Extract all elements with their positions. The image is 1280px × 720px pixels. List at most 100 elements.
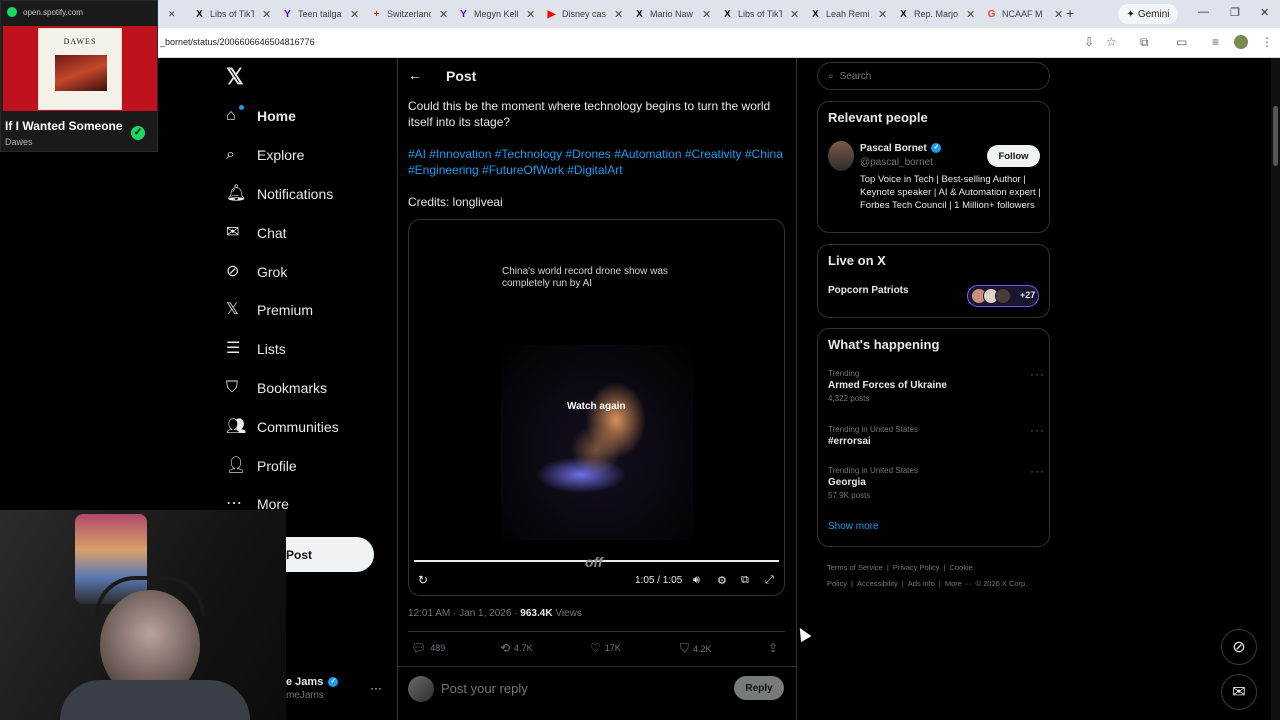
reply-button[interactable]: Reply: [734, 676, 784, 700]
like-action[interactable]: ♡ 17K: [590, 641, 621, 655]
video-player[interactable]: China's world record drone show was comp…: [408, 219, 785, 596]
sidebar-item-profile[interactable]: 👤︎ Profile: [226, 452, 297, 480]
tab-close-icon[interactable]: ✕: [350, 8, 359, 21]
trend-more-icon[interactable]: ···: [1030, 464, 1045, 478]
trend-item[interactable]: Trending in United States #errorsai: [828, 425, 918, 447]
url-field[interactable]: _bornet/status/2006606646504816776: [160, 37, 315, 47]
browser-tab[interactable]: X Rep. Marjo ✕: [892, 4, 975, 24]
browser-tab[interactable]: Y Teen tailgat ✕: [276, 4, 359, 24]
repost-action[interactable]: ⟲ 4.7K: [500, 641, 533, 655]
sidebar-item-premium[interactable]: 𝕏 Premium: [226, 296, 313, 324]
browser-tab[interactable]: Y Megyn Kell ✕: [452, 4, 535, 24]
tab-close-icon[interactable]: ✕: [1054, 8, 1063, 21]
sidebar-item-notifications[interactable]: 🔔︎ Notifications: [226, 180, 333, 208]
avatar[interactable]: [828, 141, 854, 171]
close-window-icon[interactable]: ✕: [1260, 6, 1269, 19]
sidebar-item-explore[interactable]: ⌕ Explore: [226, 141, 304, 169]
tab-close-icon[interactable]: ✕: [162, 4, 176, 24]
repost-count: 4.7K: [514, 643, 533, 653]
headphones-icon: [95, 576, 205, 616]
install-icon[interactable]: ⇩: [1084, 35, 1094, 49]
trend-more-icon[interactable]: ···: [1030, 423, 1045, 437]
browser-tab[interactable]: X Libs of TikT ✕: [188, 4, 271, 24]
share-icon: ⇪: [768, 641, 779, 655]
live-space-name[interactable]: Popcorn Patriots: [828, 285, 909, 296]
playlist-icon[interactable]: ≡: [1212, 35, 1219, 49]
browser-menu-icon[interactable]: ⋮: [1261, 35, 1273, 49]
tab-close-icon[interactable]: ✕: [966, 8, 975, 21]
star-icon[interactable]: ☆: [1106, 35, 1117, 49]
scrollbar-thumb[interactable]: [1273, 106, 1278, 166]
footer-link[interactable]: Ads info: [908, 579, 935, 588]
browser-tab[interactable]: X Leah Remin ✕: [804, 4, 887, 24]
trend-item[interactable]: Trending Armed Forces of Ukraine 4,322 pos…: [828, 369, 947, 403]
account-name[interactable]: e Jams ✓: [286, 676, 339, 688]
tab-close-icon[interactable]: ✕: [878, 8, 887, 21]
show-more-link[interactable]: Show more: [828, 521, 879, 532]
trend-name: Georgia: [828, 477, 866, 488]
pip-icon[interactable]: ⧉: [741, 574, 749, 587]
scrollbar[interactable]: [1271, 58, 1280, 720]
fullscreen-icon[interactable]: ⤢: [765, 574, 774, 587]
maximize-icon[interactable]: ❐: [1230, 6, 1240, 19]
x-logo-icon[interactable]: 𝕏: [226, 64, 244, 90]
views-label: Views: [552, 608, 582, 619]
messages-icon[interactable]: ✉: [1221, 674, 1257, 710]
person-name[interactable]: Pascal Bornet ✓: [860, 143, 942, 154]
bookmark-action[interactable]: ⛉ 4.2K: [680, 641, 712, 656]
x-icon: X: [196, 8, 203, 20]
extensions-icon[interactable]: ⧉: [1140, 35, 1149, 50]
sidebar-item-home[interactable]: ⌂ Home: [226, 102, 296, 130]
tab-close-icon[interactable]: ✕: [526, 8, 535, 21]
trend-item[interactable]: Trending in United States Georgia 57.9K po…: [828, 466, 918, 500]
share-action[interactable]: ⇪: [768, 641, 778, 655]
account-more-icon[interactable]: ···: [370, 681, 382, 695]
tab-close-icon[interactable]: ✕: [702, 8, 711, 21]
footer-link[interactable]: Privacy Policy: [893, 563, 940, 572]
browser-tab[interactable]: X Libs of TikT ✕: [716, 4, 799, 24]
trend-more-icon[interactable]: ···: [1030, 367, 1045, 381]
browser-tab[interactable]: + Switzerland ✕: [365, 4, 449, 24]
tab-close-icon[interactable]: ✕: [614, 8, 623, 21]
sidebar-item-communities[interactable]: 👥︎ Communities: [226, 413, 339, 441]
account-handle: meJams: [286, 690, 324, 701]
tab-label: Disney cast: [562, 9, 606, 19]
footer-link[interactable]: Accessibility: [857, 579, 898, 588]
footer-links: Terms of Service | Privacy Policy | Cookie P…: [827, 560, 1037, 592]
follow-button[interactable]: Follow: [987, 145, 1040, 167]
volume-icon[interactable]: 🔊︎: [693, 574, 700, 587]
sidebar-item-chat[interactable]: ✉ Chat: [226, 219, 287, 247]
post-button[interactable]: Post: [286, 537, 374, 572]
new-tab-button[interactable]: +: [1066, 5, 1074, 21]
listener-count: +27: [1020, 290, 1036, 300]
sidepanel-icon[interactable]: ▭: [1176, 35, 1187, 49]
footer-link[interactable]: Terms of Service: [827, 563, 883, 572]
live-listeners[interactable]: +27: [967, 285, 1039, 307]
tab-close-icon[interactable]: ✕: [439, 8, 448, 21]
reply-input[interactable]: Post your reply: [441, 681, 528, 696]
settings-gear-icon[interactable]: ⚙: [717, 574, 727, 587]
minimize-icon[interactable]: —: [1198, 6, 1209, 18]
tab-close-icon[interactable]: ✕: [790, 8, 799, 21]
saved-check-icon[interactable]: ✓: [131, 126, 145, 140]
whats-happening-card: What's happening Trending Armed Forces of…: [817, 328, 1050, 547]
browser-tab[interactable]: ▶ Disney cast ✕: [540, 4, 624, 24]
grok-icon[interactable]: ⊘: [1221, 629, 1257, 665]
trend-name: Armed Forces of Ukraine: [828, 380, 947, 391]
replay-icon[interactable]: ↻: [418, 573, 428, 587]
gemini-button[interactable]: ✦ Gemini: [1118, 4, 1178, 24]
footer-link[interactable]: © 2026 X Corp.: [976, 579, 1028, 588]
sidebar-item-bookmarks[interactable]: ⛉ Bookmarks: [226, 374, 327, 402]
watch-again-button[interactable]: Watch again: [567, 401, 626, 412]
profile-avatar[interactable]: [1234, 35, 1248, 49]
reply-action[interactable]: 💬︎ 489: [411, 641, 445, 655]
sidebar-item-lists[interactable]: ☰ Lists: [226, 335, 286, 363]
search-input[interactable]: ⌕ Search: [817, 62, 1050, 90]
sidebar-item-grok[interactable]: ⊘ Grok: [226, 258, 287, 286]
post-hashtags[interactable]: #AI #Innovation #Technology #Drones #Aut…: [408, 146, 788, 178]
back-arrow-icon[interactable]: ←: [408, 67, 422, 83]
browser-tab[interactable]: X Mario Naw ✕: [628, 4, 711, 24]
footer-link[interactable]: More ···: [945, 579, 972, 588]
browser-tab[interactable]: G NCAAF M ✕: [980, 4, 1064, 24]
tab-close-icon[interactable]: ✕: [262, 8, 271, 21]
